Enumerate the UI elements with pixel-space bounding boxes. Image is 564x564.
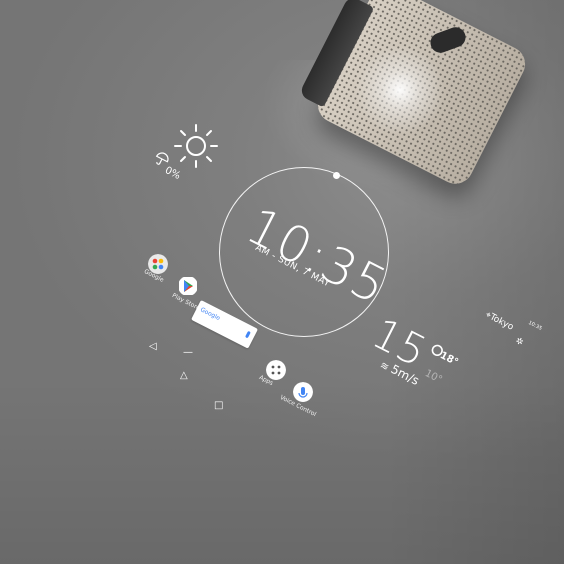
play-store-icon — [179, 277, 197, 295]
sun-icon — [174, 124, 218, 168]
mic-icon[interactable] — [244, 330, 251, 339]
clock-ring-indicator — [333, 172, 340, 179]
apps-grid-icon — [266, 360, 286, 380]
voice-control-icon — [293, 382, 313, 402]
google-logo: Google — [199, 306, 222, 323]
projector-lens-glow — [355, 45, 445, 135]
nav-divider: — — [183, 347, 193, 358]
surface-shadow — [0, 380, 564, 564]
nav-home-button[interactable]: △ — [180, 371, 188, 381]
nav-recents-button[interactable]: □ — [214, 401, 223, 411]
projected-home-screen: 0% 10:35 AM - SUN, 7 MAY Google Play Sto… — [0, 0, 564, 564]
nav-back-button[interactable]: ◁ — [149, 342, 157, 352]
